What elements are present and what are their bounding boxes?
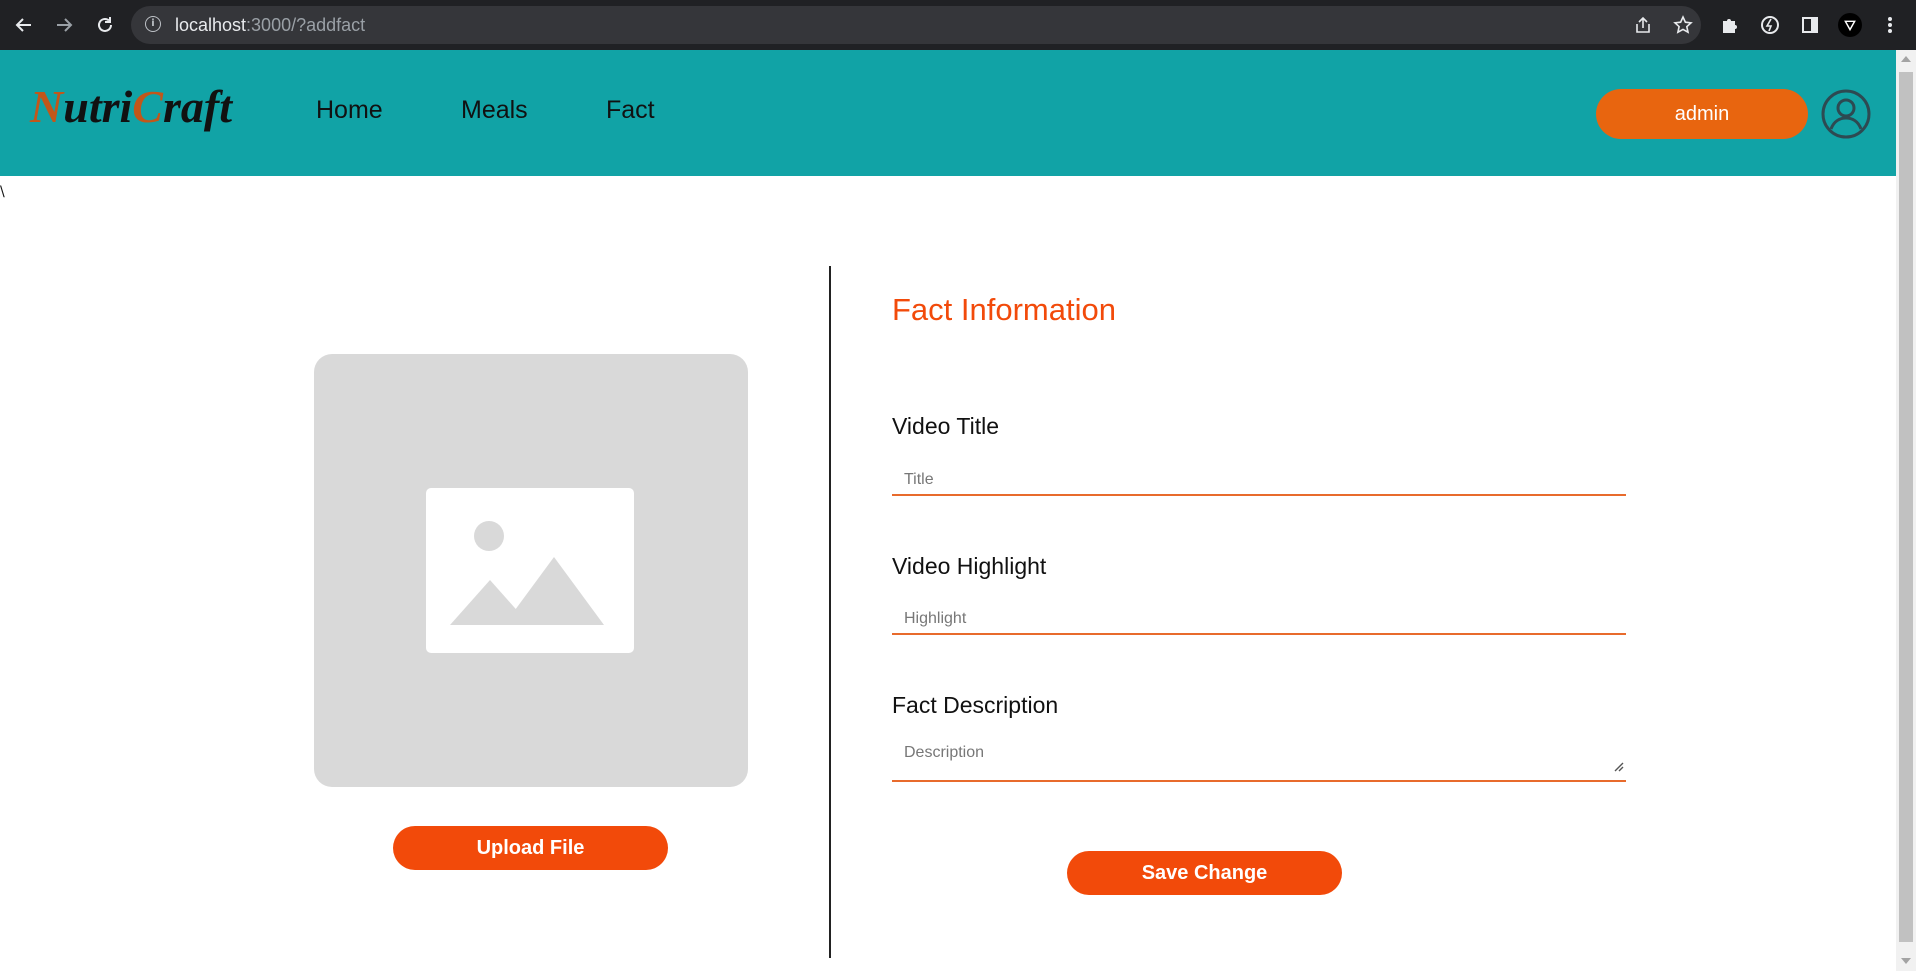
extension-icon[interactable] (1758, 13, 1782, 37)
resize-handle-icon[interactable] (1612, 760, 1624, 772)
menu-icon[interactable] (1878, 13, 1902, 37)
user-avatar-icon[interactable] (1820, 88, 1872, 140)
image-preview[interactable] (314, 354, 748, 787)
share-icon[interactable] (1631, 13, 1655, 37)
scroll-down-icon[interactable] (1901, 958, 1911, 964)
reload-icon[interactable] (93, 13, 117, 37)
page-scrollbar[interactable] (1896, 50, 1916, 971)
admin-button[interactable]: admin (1596, 89, 1808, 139)
scroll-up-icon[interactable] (1901, 56, 1911, 62)
scroll-thumb[interactable] (1899, 72, 1913, 942)
profile-icon[interactable] (1838, 13, 1862, 37)
browser-toolbar: i localhost:3000/?addfact (0, 0, 1916, 50)
site-header: NutriCraft Home Meals Fact admin (0, 50, 1896, 176)
form-title: Fact Information (892, 292, 1116, 327)
image-placeholder-icon (426, 488, 634, 653)
save-change-button[interactable]: Save Change (1067, 851, 1342, 895)
video-title-input[interactable] (892, 466, 1626, 496)
vertical-divider (829, 266, 831, 958)
nav-home[interactable]: Home (316, 96, 383, 125)
fact-description-label: Fact Description (892, 692, 1059, 718)
video-title-label: Video Title (892, 413, 999, 439)
stray-text: \ (0, 184, 5, 200)
nav-fact[interactable]: Fact (606, 96, 655, 125)
url-text[interactable]: localhost:3000/?addfact (175, 15, 365, 36)
info-icon[interactable]: i (145, 16, 161, 32)
logo[interactable]: NutriCraft (30, 80, 232, 133)
video-highlight-label: Video Highlight (892, 553, 1047, 579)
back-arrow-icon[interactable] (12, 13, 36, 37)
fact-description-textarea[interactable] (892, 740, 1626, 782)
video-highlight-input[interactable] (892, 605, 1626, 635)
nav-meals[interactable]: Meals (461, 96, 528, 125)
forward-arrow-icon[interactable] (52, 13, 76, 37)
star-icon[interactable] (1671, 13, 1695, 37)
puzzle-icon[interactable] (1718, 13, 1742, 37)
upload-file-button[interactable]: Upload File (393, 826, 668, 870)
address-bar[interactable]: i localhost:3000/?addfact (131, 6, 1701, 44)
sidepanel-icon[interactable] (1798, 13, 1822, 37)
